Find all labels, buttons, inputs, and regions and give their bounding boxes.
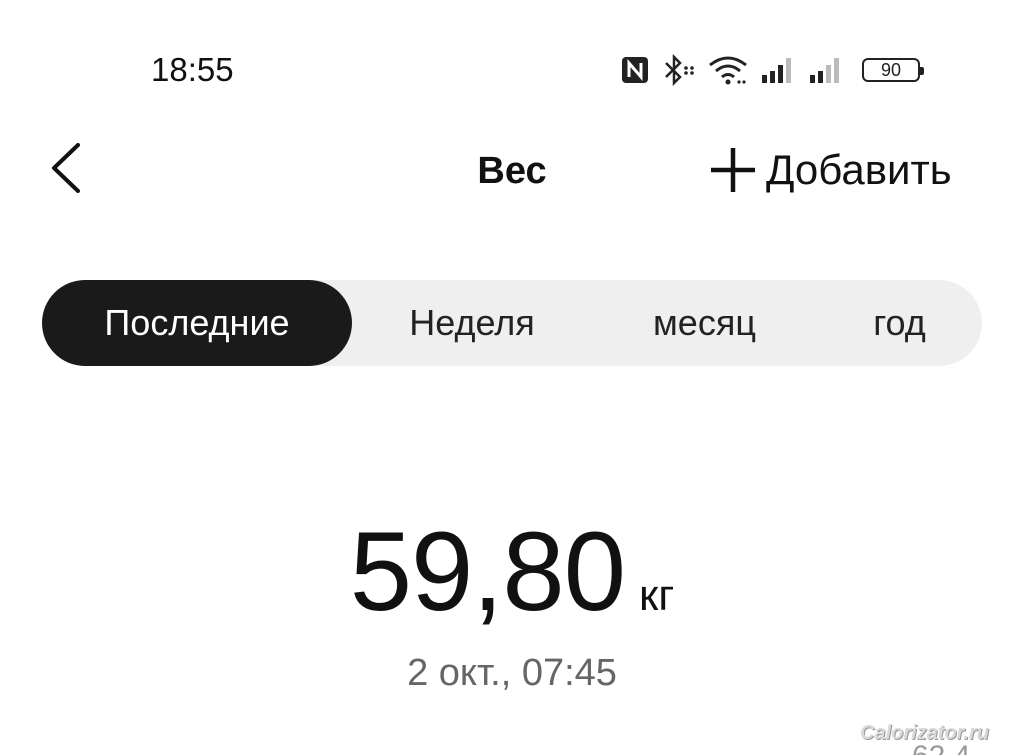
tab-recent[interactable]: Последние — [42, 280, 352, 366]
wifi-icon — [708, 55, 748, 85]
weight-unit: кг — [638, 571, 675, 620]
weight-screen: 18:55 90 Вес Добавить Последние Неделя м… — [0, 0, 1024, 755]
add-label: Добавить — [766, 146, 952, 193]
status-icons: 90 — [620, 50, 924, 90]
battery-icon: 90 — [862, 58, 924, 82]
add-button[interactable]: Добавить — [708, 142, 952, 198]
signal-icon — [760, 55, 796, 85]
bluetooth-icon — [662, 54, 696, 86]
weight-value: 59,80 — [349, 509, 626, 634]
battery-level: 90 — [880, 59, 902, 80]
weight-datetime: 2 окт., 07:45 — [407, 652, 617, 694]
tab-year[interactable]: год — [817, 280, 982, 366]
latest-weight: 59,80 кг — [0, 510, 1024, 634]
plus-icon — [711, 148, 755, 192]
period-tabs: Последние Неделя месяц год — [42, 280, 982, 366]
status-time: 18:55 — [151, 51, 234, 88]
watermark: Calorizator.ru — [860, 722, 989, 744]
nfc-icon — [620, 55, 650, 85]
tab-month[interactable]: месяц — [592, 280, 817, 366]
tab-week[interactable]: Неделя — [352, 280, 592, 366]
signal-icon — [808, 55, 850, 85]
